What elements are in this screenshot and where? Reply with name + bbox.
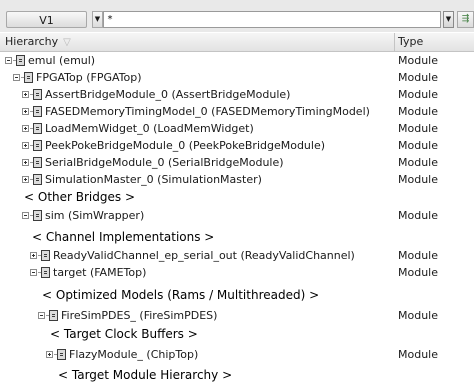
tree-node: FASEDMemoryTimingModel_0 (FASEDMemoryTim… — [22, 103, 370, 120]
collapse-toggle-icon[interactable] — [5, 57, 12, 64]
type-cell: Module — [398, 209, 438, 222]
module-icon — [41, 250, 50, 261]
tree-node: target (FAMETop) — [30, 264, 146, 281]
tree-row[interactable]: FASEDMemoryTimingModel_0 (FASEDMemoryTim… — [0, 103, 474, 120]
tree-row[interactable]: target (FAMETop) Module — [0, 264, 474, 281]
type-cell: Module — [398, 156, 438, 169]
expand-toggle-icon[interactable] — [46, 351, 53, 358]
tree-node: PeekPokeBridgeModule_0 (PeekPokeBridgeMo… — [22, 137, 325, 154]
tree-node-label: PeekPokeBridgeModule_0 (PeekPokeBridgeMo… — [45, 139, 326, 152]
collapse-toggle-icon[interactable] — [38, 312, 45, 319]
type-cell: Module — [398, 249, 438, 262]
tree-node: FireSimPDES_ (FireSimPDES) — [38, 307, 217, 324]
expand-toggle-icon[interactable] — [22, 108, 29, 115]
type-cell: Module — [398, 105, 438, 118]
tree-node: LoadMemWidget_0 (LoadMemWidget) — [22, 120, 254, 137]
module-icon — [33, 174, 42, 185]
type-cell: Module — [398, 54, 438, 67]
module-icon — [33, 89, 42, 100]
annotation-optimized-models: < Optimized Models (Rams / Multithreaded… — [42, 288, 320, 302]
filter-dropdown-arrow-icon[interactable]: ▼ — [443, 11, 454, 28]
tree-node: SimulationMaster_0 (SimulationMaster) — [22, 171, 262, 188]
tree-row[interactable]: FireSimPDES_ (FireSimPDES) Module — [0, 307, 474, 324]
module-icon — [33, 157, 42, 168]
tree-node-label: LoadMemWidget_0 (LoadMemWidget) — [45, 122, 254, 135]
type-cell: Module — [398, 71, 438, 84]
collapse-toggle-icon[interactable] — [22, 212, 29, 219]
type-cell: Module — [398, 309, 438, 322]
tree-node-label: emul (emul) — [28, 54, 96, 67]
tree-row[interactable]: FlazyModule_ (ChipTop) Module — [0, 346, 474, 363]
tree-node: FPGATop (FPGATop) — [13, 69, 142, 86]
expand-toggle-icon[interactable] — [22, 125, 29, 132]
tree-node-label: ReadyValidChannel_ep_serial_out (ReadyVa… — [53, 249, 355, 262]
tree-node-label: FlazyModule_ (ChipTop) — [69, 348, 199, 361]
tree-row[interactable]: PeekPokeBridgeModule_0 (PeekPokeBridgeMo… — [0, 137, 474, 154]
tree-node-label: sim (SimWrapper) — [45, 209, 145, 222]
module-icon — [33, 106, 42, 117]
tree-row[interactable]: LoadMemWidget_0 (LoadMemWidget) Module — [0, 120, 474, 137]
annotation-target-module-hierarchy: < Target Module Hierarchy > — [58, 368, 233, 382]
tree-row[interactable]: emul (emul) Module — [0, 52, 474, 69]
tree-row[interactable]: SerialBridgeModule_0 (SerialBridgeModule… — [0, 154, 474, 171]
column-header: Hierarchy ▽ Type — [0, 33, 474, 52]
type-cell: Module — [398, 88, 438, 101]
module-icon — [24, 72, 33, 83]
column-header-hierarchy-label: Hierarchy — [5, 35, 59, 48]
expand-toggle-icon[interactable] — [22, 91, 29, 98]
expand-all-icon[interactable]: ⇶ — [457, 11, 474, 28]
filter-input[interactable]: * — [103, 11, 441, 28]
tree-node: SerialBridgeModule_0 (SerialBridgeModule… — [22, 154, 284, 171]
tree-row[interactable]: SimulationMaster_0 (SimulationMaster) Mo… — [0, 171, 474, 188]
annotation-target-clock-buffers: < Target Clock Buffers > — [50, 327, 198, 341]
module-icon — [33, 140, 42, 151]
tree-node-label: SimulationMaster_0 (SimulationMaster) — [45, 173, 262, 186]
tree-node: AssertBridgeModule_0 (AssertBridgeModule… — [22, 86, 290, 103]
tree-node: emul (emul) — [5, 52, 95, 69]
expand-toggle-icon[interactable] — [22, 159, 29, 166]
column-header-type[interactable]: Type — [398, 33, 423, 52]
expand-toggle-icon[interactable] — [22, 176, 29, 183]
module-icon — [57, 349, 66, 360]
column-header-hierarchy[interactable]: Hierarchy ▽ — [0, 33, 395, 52]
module-icon — [49, 310, 58, 321]
expand-toggle-icon[interactable] — [30, 252, 37, 259]
sort-triangle-icon: ▽ — [63, 37, 71, 48]
type-cell: Module — [398, 139, 438, 152]
module-icon — [41, 267, 50, 278]
tree-row[interactable]: ReadyValidChannel_ep_serial_out (ReadyVa… — [0, 247, 474, 264]
tree-node-label: FireSimPDES_ (FireSimPDES) — [61, 309, 218, 322]
tree-node-label: FASEDMemoryTimingModel_0 (FASEDMemoryTim… — [45, 105, 370, 118]
type-cell: Module — [398, 266, 438, 279]
annotation-other-bridges: < Other Bridges > — [24, 190, 135, 204]
filter-toolbar: V1 ▼ * ▼ ⇶ — [0, 0, 474, 32]
module-icon — [33, 123, 42, 134]
collapse-toggle-icon[interactable] — [13, 74, 20, 81]
expand-toggle-icon[interactable] — [22, 142, 29, 149]
tree-node: sim (SimWrapper) — [22, 207, 144, 224]
tree-node-label: AssertBridgeModule_0 (AssertBridgeModule… — [45, 88, 291, 101]
type-cell: Module — [398, 348, 438, 361]
tree-row[interactable]: AssertBridgeModule_0 (AssertBridgeModule… — [0, 86, 474, 103]
tree-node-label: FPGATop (FPGATop) — [36, 71, 142, 84]
collapse-toggle-icon[interactable] — [30, 269, 37, 276]
module-icon — [16, 55, 25, 66]
module-icon — [33, 210, 42, 221]
scope-dropdown-arrow-icon[interactable]: ▼ — [92, 11, 103, 28]
tree-node: ReadyValidChannel_ep_serial_out (ReadyVa… — [30, 247, 355, 264]
tree-row[interactable]: sim (SimWrapper) Module — [0, 207, 474, 224]
tree-node-label: target (FAMETop) — [53, 266, 147, 279]
type-cell: Module — [398, 173, 438, 186]
annotation-channel-implementations: < Channel Implementations > — [32, 230, 215, 244]
tree-node-label: SerialBridgeModule_0 (SerialBridgeModule… — [45, 156, 284, 169]
scope-button[interactable]: V1 — [6, 11, 87, 28]
tree-node: FlazyModule_ (ChipTop) — [46, 346, 198, 363]
type-cell: Module — [398, 122, 438, 135]
tree-row[interactable]: FPGATop (FPGATop) Module — [0, 69, 474, 86]
